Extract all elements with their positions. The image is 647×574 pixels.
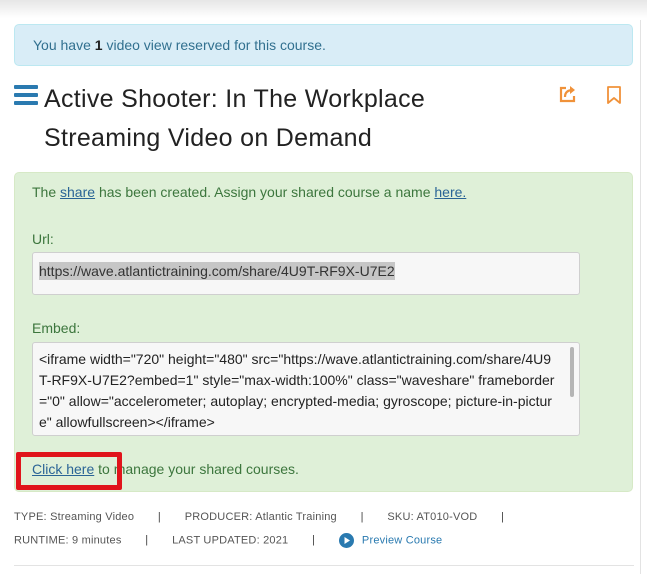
type-label: TYPE: [14,511,47,523]
alert-count: 1 [94,37,103,53]
embed-scrollbar[interactable] [570,347,574,397]
bookmark-icon[interactable] [606,86,622,104]
hamburger-menu-icon[interactable] [14,85,38,107]
share-created-message: The share has been created. Assign your … [32,184,466,200]
producer-label: PRODUCER: [184,511,253,523]
alert-suffix: video view reserved for this course. [106,37,326,53]
share-url-value: https://wave.atlantictraining.com/share/… [39,262,395,280]
alert-prefix: You have [33,37,91,53]
updated-label: LAST UPDATED: [172,534,260,547]
bottom-divider [14,565,634,566]
embed-code-textarea[interactable]: <iframe width="720" height="480" src="ht… [32,342,580,436]
meta-separator: | [145,534,149,547]
course-title-line1: Active Shooter: In The Workplace [44,85,426,113]
course-page: You have 1 video view reserved for this … [0,0,647,574]
share-success-panel: The share has been created. Assign your … [14,172,633,492]
embed-code-value: <iframe width="720" height="480" src="ht… [39,351,555,430]
top-shadow [0,0,647,18]
runtime-label: RUNTIME: [14,534,69,547]
meta-separator: | [157,511,161,523]
click-here-link[interactable]: Click here [32,461,94,477]
right-divider [640,20,641,574]
share-msg-middle: has been created. Assign your shared cou… [98,184,431,200]
course-meta-row-1: TYPE: Streaming Video | PRODUCER: Atlant… [14,511,525,523]
updated-value: 2021 [263,534,289,547]
name-share-here-link[interactable]: here. [434,184,466,200]
meta-separator: | [501,511,505,523]
url-label: Url: [32,231,54,247]
preview-course-link[interactable]: Preview Course [362,534,442,546]
meta-separator: | [312,534,316,547]
share-icon[interactable] [558,84,578,104]
producer-value: Atlantic Training [255,511,337,523]
share-url-field[interactable]: https://wave.atlantictraining.com/share/… [32,252,580,295]
course-meta-row-2: RUNTIME: 9 minutes | LAST UPDATED: 2021 … [14,533,442,548]
share-link[interactable]: share [60,184,95,200]
play-circle-icon[interactable] [338,533,354,548]
sku-value: AT010-VOD [416,511,478,523]
manage-suffix: to manage your shared courses. [98,461,299,477]
course-title-line2: Streaming Video on Demand [44,124,373,152]
course-title: Active Shooter: In The Workplace Streami… [44,80,544,158]
reserved-views-alert: You have 1 video view reserved for this … [14,24,633,66]
sku-label: SKU: [387,511,414,523]
runtime-value: 9 minutes [72,534,122,547]
manage-shares-message: Click here to manage your shared courses… [32,461,299,477]
share-msg-prefix: The [32,184,57,200]
meta-separator: | [360,511,364,523]
course-header: Active Shooter: In The Workplace Streami… [14,80,634,160]
type-value: Streaming Video [50,511,135,523]
embed-label: Embed: [32,320,81,336]
